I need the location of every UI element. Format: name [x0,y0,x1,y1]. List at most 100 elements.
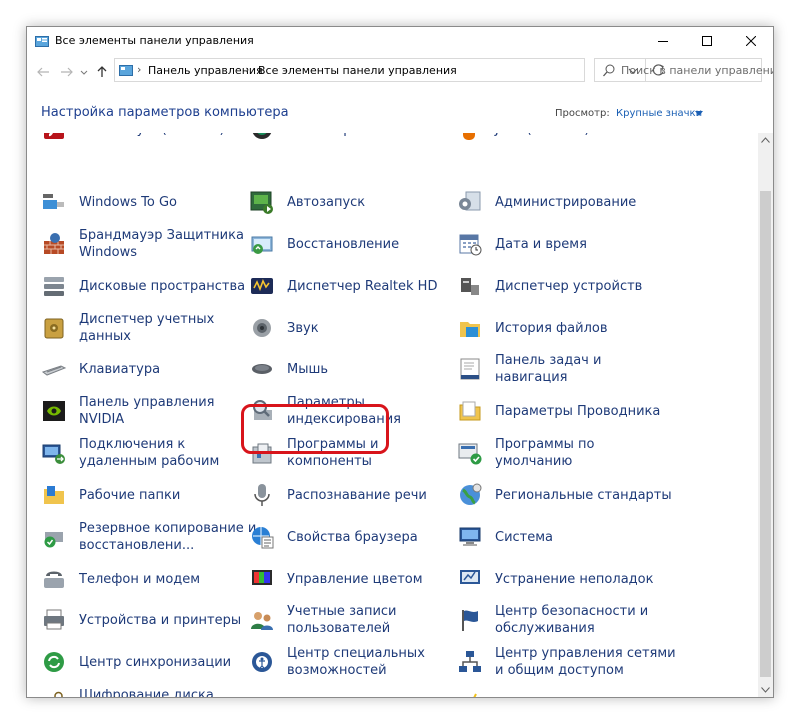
item-label: Дисковые пространства [79,279,246,294]
item-label: Региональные стандарты [495,488,672,503]
control-panel-window: Все элементы панели управления › Панель … [26,26,774,698]
firewall-icon [41,231,67,257]
arrow-right-icon [61,67,73,77]
control-panel-item[interactable]: Автозапуск [249,184,449,224]
item-label: Панель задач и навигация [495,353,602,385]
control-panel-item[interactable]: Устранение неполадок [457,561,657,601]
control-panel-item[interactable]: Мышь [249,351,449,391]
up-button[interactable] [96,63,112,77]
title-bar[interactable]: Все элементы панели управления [27,27,773,55]
control-panel-item[interactable]: Администрирование [457,184,657,224]
item-label: Параметры Проводника [495,404,661,419]
control-panel-item[interactable]: Устройства и принтеры [41,602,241,642]
taskbar-icon [457,356,483,382]
control-panel-item[interactable]: Диспетчер устройств [457,268,657,308]
minimize-icon [658,41,668,42]
item-label: Flash Player (32 бита) [79,133,225,138]
control-panel-item[interactable]: Центр синхронизации [41,644,241,684]
control-panel-item[interactable]: Подключения к удаленным рабочим [41,435,241,475]
sync-center-icon [41,649,67,675]
control-panel-item[interactable]: Программы по умолчанию [457,435,657,475]
control-panel-item[interactable]: Параметры Проводника [457,393,661,433]
control-panel-item[interactable]: Дисковые пространства [41,268,245,308]
item-label: Управление цветом [287,572,423,587]
control-panel-item[interactable]: Flash Player (32 бита) [41,133,241,151]
scroll-up-icon[interactable] [761,137,770,143]
control-panel-item[interactable]: Дата и время [457,226,657,266]
control-panel-item[interactable]: Java (32 бита) [457,133,657,151]
item-label: Дата и время [495,237,587,252]
address-box[interactable]: › Панель управления › Все элементы панел… [114,58,664,82]
control-panel-item[interactable]: Панель управления NVIDIA [41,393,241,433]
printer-icon [41,607,67,633]
item-label: Шрифты [287,696,347,697]
item-label: Мышь [287,362,329,377]
window-title: Все элементы панели управления [55,34,254,47]
forward-button[interactable] [60,63,76,77]
item-label: Телефон и модем [79,572,201,587]
item-label: Распознавание речи [287,488,427,503]
minimize-button[interactable] [641,27,685,55]
close-button[interactable] [729,27,773,55]
storage-spaces-icon [41,273,67,299]
bitlocker-icon [41,691,67,697]
control-panel-item[interactable]: Диспетчер учетных данных [41,310,241,350]
search-box[interactable]: Поиск в панели управления [594,58,773,82]
control-panel-item[interactable]: Восстановление [249,226,449,266]
scrollbar-thumb[interactable] [760,191,771,677]
arrow-left-icon [37,67,49,77]
control-panel-item[interactable]: Региональные стандарты [457,477,672,517]
breadcrumb-all-items[interactable]: Все элементы панели управления [258,64,457,77]
recent-locations-button[interactable] [80,63,90,77]
item-label: Система [495,530,554,545]
view-by-dropdown[interactable]: Крупные значки [616,108,702,119]
caret-down-icon [695,111,703,116]
control-panel-item[interactable]: Звук [249,310,449,350]
control-panel-item[interactable]: Управление цветом [249,561,449,601]
control-panel-item[interactable]: Windows To Go [41,184,241,224]
calendar-clock-icon [457,231,483,257]
control-panel-item[interactable]: A Шрифты [249,686,449,697]
nvidia-icon [41,398,67,424]
vertical-scrollbar[interactable] [758,133,773,697]
remote-desktop-icon [41,440,67,466]
item-label: Устранение неполадок [495,572,654,587]
control-panel-item[interactable]: Резервное копирование и восстановлени... [41,519,256,559]
control-panel-item[interactable]: Распознавание речи [249,477,449,517]
control-panel-item[interactable]: Телефон и модем [41,561,241,601]
maximize-button[interactable] [685,27,729,55]
control-panel-item[interactable]: Рабочие папки [41,477,241,517]
item-label: Подключения к удаленным рабочим [79,437,220,469]
troubleshooting-icon [457,566,483,592]
control-panel-item[interactable]: Intel Graphics [249,133,449,151]
keyboard-icon [41,356,67,382]
control-panel-item[interactable]: Шифрование диска BitLocker [41,686,241,697]
control-panel-item[interactable]: Центр управления сетями и общим доступом [457,644,676,684]
item-label: Учетные записи пользователей [287,604,397,636]
control-panel-item[interactable]: Система [457,519,657,559]
item-label: Диспетчер учетных данных [79,312,215,344]
control-panel-item[interactable]: Панель задач и навигация [457,351,657,391]
power-options-icon [457,691,483,697]
control-panel-item[interactable]: История файлов [457,310,657,350]
control-panel-item[interactable]: Электропитание [457,686,657,697]
autoplay-icon [249,189,275,215]
control-panel-item[interactable]: Учетные записи пользователей [249,602,449,642]
control-panel-items: Flash Player (32 бита) Intel Graphics Java… [27,133,758,697]
back-button[interactable] [36,63,52,77]
control-panel-icon [35,36,49,47]
admin-tools-icon [457,189,483,215]
control-panel-item[interactable]: Диспетчер Realtek HD [249,268,449,308]
control-panel-item[interactable]: Свойства браузера [249,519,449,559]
work-folders-icon [41,482,67,508]
control-panel-item[interactable]: Центр безопасности и обслуживания [457,602,657,642]
network-center-icon [457,649,483,675]
scroll-down-icon[interactable] [761,687,770,693]
item-label: Intel Graphics [287,133,377,138]
folder-options-icon [457,398,483,424]
control-panel-item[interactable]: Брандмауэр Защитника Windows [41,226,244,266]
maximize-icon [702,36,712,46]
mouse-icon [249,356,275,382]
control-panel-item[interactable]: Центр специальных возможностей [249,644,449,684]
control-panel-item[interactable]: Клавиатура [41,351,241,391]
